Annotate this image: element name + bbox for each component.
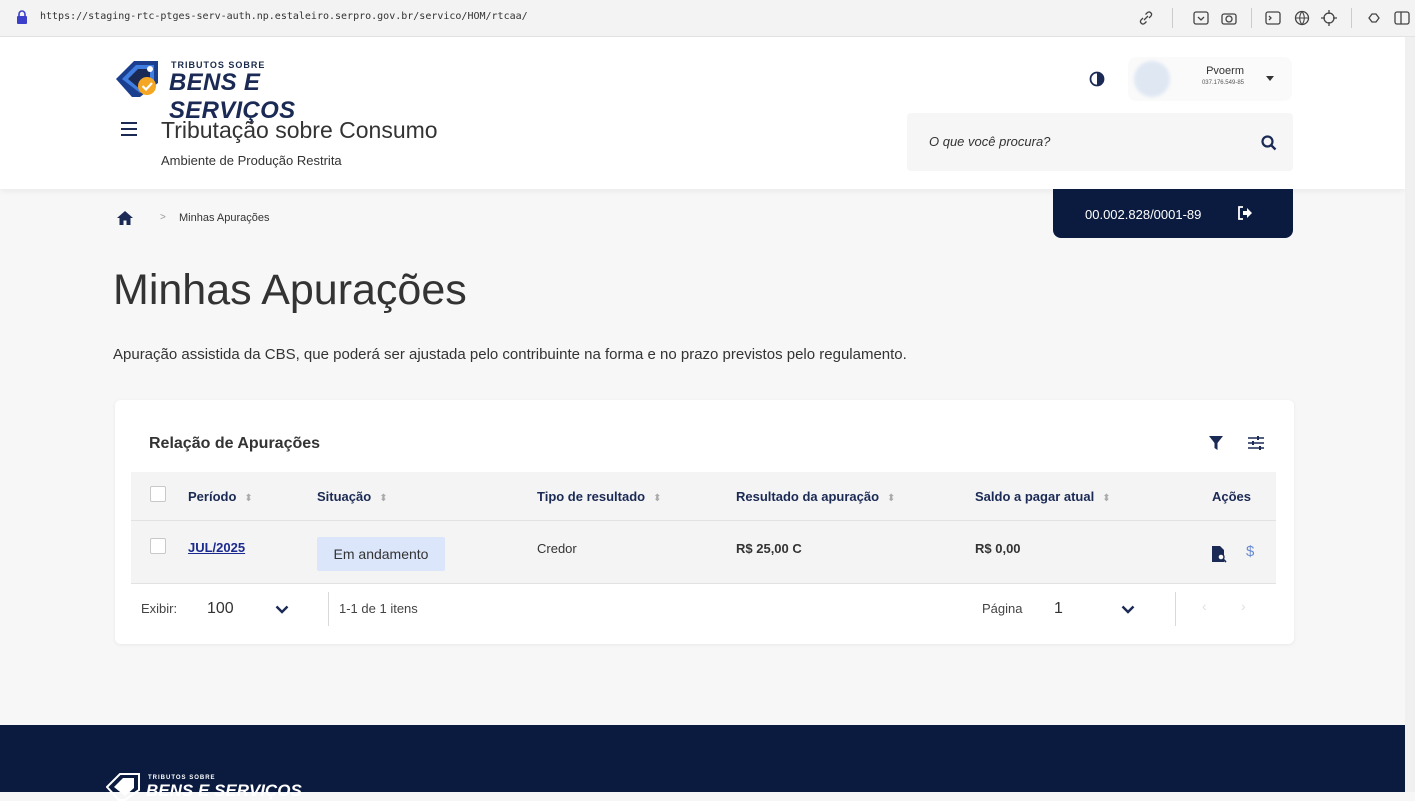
screenshot-icon[interactable] <box>1192 9 1210 27</box>
user-menu[interactable]: Pvoerm 037.176.549-85 <box>1128 57 1292 101</box>
sort-icon: ⬍ <box>244 493 253 504</box>
sliders-icon[interactable] <box>1247 435 1265 451</box>
select-all-checkbox[interactable] <box>150 486 166 502</box>
cnpj-logout-button[interactable]: 00.002.828/0001-89 <box>1053 189 1293 238</box>
range-text: 1-1 de 1 itens <box>339 601 418 616</box>
url-text[interactable]: https://staging-rtc-ptges-serv-auth.np.e… <box>40 11 528 22</box>
terminal-icon[interactable] <box>1264 9 1282 27</box>
sort-icon: ⬍ <box>1102 493 1111 504</box>
user-name: Pvoerm <box>1206 65 1244 77</box>
page-select[interactable]: 1 <box>1052 595 1142 625</box>
site-header: TRIBUTOS SOBRE BENS E SERVIÇOS Tributaçã… <box>0 37 1405 189</box>
sort-icon: ⬍ <box>653 493 662 504</box>
breadcrumb-current: Minhas Apurações <box>179 212 270 224</box>
site-footer: TRIBUTOS SOBRE BENS E SERVIÇOS <box>0 725 1405 801</box>
sort-icon: ⬍ <box>379 493 388 504</box>
cnpj-text: 00.002.828/0001-89 <box>1085 207 1202 222</box>
breadcrumb-separator: > <box>160 212 166 223</box>
user-document: 037.176.549-85 <box>1201 80 1244 86</box>
status-badge: Em andamento <box>317 537 445 571</box>
dollar-icon[interactable]: $ <box>1246 543 1254 560</box>
row-checkbox[interactable] <box>150 538 166 554</box>
footer-logo-tag-icon <box>106 773 140 801</box>
pagination: Exibir: 100 1-1 de 1 itens Página 1 ‹ › <box>115 586 1294 636</box>
column-label: Saldo a pagar atual <box>975 489 1095 504</box>
column-situacao[interactable]: Situação ⬍ <box>317 489 388 504</box>
toolbar-divider <box>1172 8 1173 28</box>
page-size-value: 100 <box>207 600 234 617</box>
toolbar-divider <box>1351 8 1352 28</box>
app-title: Tributação sobre Consumo <box>161 117 438 143</box>
page-size-select[interactable]: 100 <box>205 595 295 625</box>
chevron-down-icon <box>1121 605 1135 614</box>
column-label: Resultado da apuração <box>736 489 880 504</box>
page-title: Minhas Apurações <box>113 266 467 314</box>
column-label: Tipo de resultado <box>537 489 646 504</box>
sort-icon: ⬍ <box>887 493 896 504</box>
extensions-icon[interactable] <box>1365 9 1383 27</box>
lock-icon <box>17 10 27 24</box>
footer-logo[interactable]: TRIBUTOS SOBRE BENS E SERVIÇOS <box>106 771 306 801</box>
card-title: Relação de Apurações <box>149 435 321 452</box>
apuracoes-card: Relação de Apurações Período ⬍ Situação ⬍ … <box>115 400 1294 644</box>
contrast-icon[interactable] <box>1089 71 1105 87</box>
browser-address-bar: https://staging-rtc-ptges-serv-auth.np.e… <box>0 0 1415 37</box>
caret-down-icon <box>1266 76 1274 81</box>
toolbar-divider <box>1251 8 1252 28</box>
table-row: JUL/2025 Em andamento Credor R$ 25,00 C … <box>131 521 1276 584</box>
column-periodo[interactable]: Período ⬍ <box>188 489 253 504</box>
footer-logo-big-text: BENS E SERVIÇOS <box>146 781 302 800</box>
page-value: 1 <box>1054 600 1063 617</box>
logo-tag-icon <box>116 61 158 97</box>
column-resultado-apuracao[interactable]: Resultado da apuração ⬍ <box>736 489 895 504</box>
app-subtitle: Ambiente de Produção Restrita <box>161 153 342 168</box>
column-label: Período <box>188 489 237 504</box>
column-label: Situação <box>317 489 372 504</box>
cell-resultado: R$ 25,00 C <box>736 541 802 556</box>
search-icon[interactable] <box>1261 135 1277 151</box>
search-input[interactable] <box>927 133 1251 150</box>
column-tipo-resultado[interactable]: Tipo de resultado ⬍ <box>537 489 662 504</box>
crosshair-icon[interactable] <box>1320 9 1338 27</box>
cell-saldo: R$ 0,00 <box>975 541 1021 556</box>
column-acoes: Ações <box>1212 489 1252 504</box>
page-label: Página <box>982 601 1023 616</box>
filter-icon[interactable] <box>1208 435 1224 451</box>
sign-out-icon <box>1238 206 1252 220</box>
home-icon[interactable] <box>116 210 134 226</box>
column-saldo-pagar[interactable]: Saldo a pagar atual ⬍ <box>975 489 1111 504</box>
sidebar-toggle-icon[interactable] <box>1393 9 1411 27</box>
camera-icon[interactable] <box>1220 9 1238 27</box>
show-label: Exibir: <box>141 601 178 616</box>
period-link[interactable]: JUL/2025 <box>188 540 245 555</box>
document-search-icon[interactable] <box>1211 545 1227 563</box>
chevron-down-icon <box>275 605 289 614</box>
hamburger-menu-icon[interactable] <box>121 122 137 136</box>
search-box <box>907 113 1293 171</box>
divider <box>1175 592 1176 626</box>
divider <box>328 592 329 626</box>
link-icon[interactable] <box>1137 9 1155 27</box>
previous-page-button[interactable]: ‹ <box>1202 598 1207 614</box>
table-header: Período ⬍ Situação ⬍ Tipo de resultado ⬍ Re… <box>131 472 1276 521</box>
globe-icon[interactable] <box>1293 9 1311 27</box>
page-scrollbar[interactable] <box>1405 37 1415 792</box>
cell-tipo: Credor <box>537 541 577 556</box>
avatar <box>1134 61 1170 97</box>
brand-logo[interactable]: TRIBUTOS SOBRE BENS E SERVIÇOS <box>114 57 374 124</box>
page-description: Apuração assistida da CBS, que poderá se… <box>113 346 907 363</box>
next-page-button[interactable]: › <box>1241 598 1246 614</box>
